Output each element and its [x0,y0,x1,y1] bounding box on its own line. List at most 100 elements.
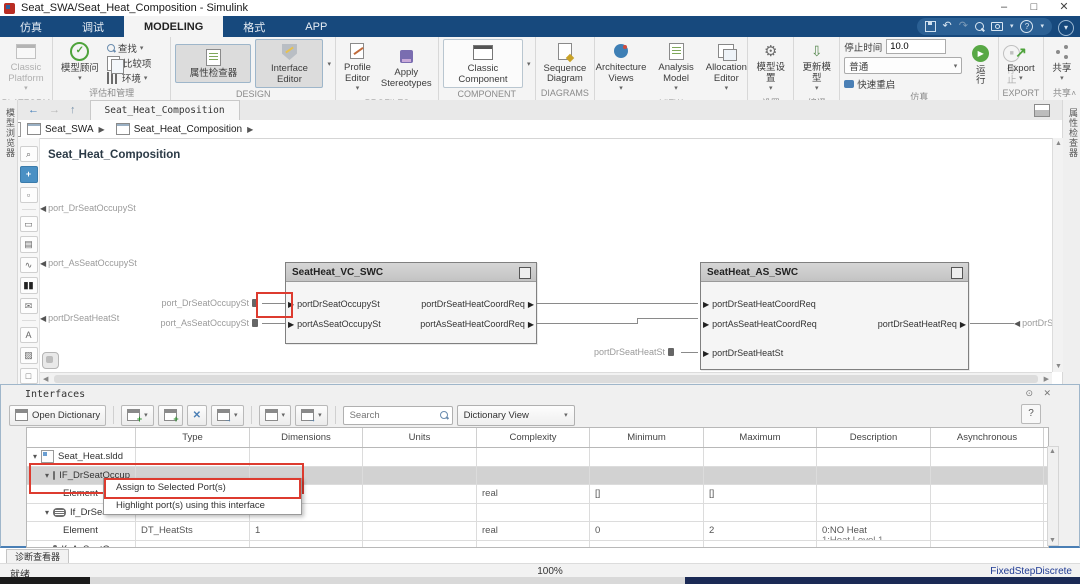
find-button[interactable]: 查找 ▾ [105,41,154,55]
vertical-scrollbar[interactable]: ▲ ▼ [1052,138,1063,372]
input-port[interactable]: ▶ portAsSeatHeatCoordReq [703,319,817,329]
breadcrumb-item-root[interactable]: Seat_SWA [45,124,94,135]
table-cell[interactable] [931,448,1044,466]
table-cell[interactable]: 2 [704,522,817,540]
close-button[interactable]: ✕ [1050,0,1078,16]
stop-time-input[interactable] [886,39,947,54]
breadcrumb-separator-icon[interactable]: ▶ [99,125,105,134]
classic-platform-button[interactable]: Classic Platform ▾ [4,39,48,97]
scroll-right-icon[interactable]: ▶ [1044,375,1049,383]
external-port[interactable]: ◀ port_AsSeatOccupySt [40,258,137,268]
table-cell[interactable] [363,448,477,466]
breadcrumb-item-current[interactable]: Seat_Heat_Composition [134,124,242,135]
model-settings-button[interactable]: ⚙ 模型设置 ▾ [752,39,789,97]
view-selector[interactable]: Dictionary View ▾ [456,404,575,426]
classic-component-button[interactable]: Classic Component [442,39,523,88]
add-service-interface-button[interactable]: ▾ [258,404,292,426]
picture-icon[interactable]: ▨ [19,347,38,364]
external-port[interactable]: ◀ portDrSeatHeatRe [1014,318,1052,328]
scrollbar-thumb[interactable] [54,375,1038,383]
table-cell[interactable]: 0:NO Heat1:Heat Level 1 [817,522,931,540]
add-data-dictionary-button[interactable]: ▾ [295,404,328,426]
simulation-mode-select[interactable]: 普通 ▾ [844,57,963,74]
output-port[interactable]: portDrSeatHeatReq ▶ [878,319,966,329]
table-cell[interactable] [590,448,704,466]
menu-item-highlight-ports[interactable]: Highlight port(s) using this interface [104,497,301,515]
model-badge-icon[interactable] [42,352,59,369]
ribbon-tab-3[interactable]: 格式 [223,16,285,37]
sequence-diagram-button[interactable]: Sequence Diagram [540,40,591,87]
table-cell[interactable] [817,540,931,547]
table-cell[interactable] [590,466,704,484]
area-icon[interactable]: ▤ [19,236,38,253]
minimize-button[interactable]: – [990,0,1018,16]
column-header-Description[interactable]: Description [817,428,931,447]
external-port[interactable]: ◀ portDrSeatHeatSt [40,313,119,323]
hide-ribbon-icon[interactable]: ▾ [1058,20,1074,36]
table-row[interactable]: Element DT_HeatSts1 real020:NO Heat1:Heat … [27,522,1048,541]
scroll-up-icon[interactable]: ▲ [1049,448,1056,455]
table-cell[interactable] [477,448,590,466]
output-port[interactable]: portAsSeatHeatCoordReq ▶ [420,319,534,329]
table-scrollbar[interactable]: ▲ ▼ [1047,446,1059,546]
block-header[interactable]: SeatHeat_VC_SWC [286,263,536,282]
table-cell[interactable] [590,503,704,521]
breadcrumb-separator-icon[interactable]: ▶ [247,125,253,134]
block-seatheat-vc-swc[interactable]: SeatHeat_VC_SWC ▶ portDrSeatOccupySt ▶ p… [285,262,537,344]
redo-icon[interactable]: ↷ [959,18,968,35]
run-button[interactable]: ▶ 运行 [968,42,993,89]
search-icon[interactable] [439,411,448,419]
scroll-down-icon[interactable]: ▼ [1049,537,1056,544]
input-port[interactable]: ▶ portAsSeatOccupySt [288,319,381,329]
maximize-button[interactable]: □ [1020,0,1048,16]
help-icon[interactable]: ? [1020,20,1034,33]
expand-caret-icon[interactable]: ▾ [45,508,49,517]
source-port-label[interactable]: port_AsSeatOccupySt [132,318,258,328]
signal-wire[interactable] [637,318,698,319]
table-cell[interactable] [931,466,1044,484]
scroll-left-icon[interactable]: ◀ [43,375,48,383]
minimize-panel-icon[interactable]: ⊙ [1025,388,1033,399]
ribbon-tab-1[interactable]: 调试 [62,16,124,37]
table-cell[interactable] [363,466,477,484]
table-cell[interactable] [817,485,931,503]
compare-button[interactable]: 比较项 [105,55,154,74]
up-icon[interactable]: ↑ [70,104,76,116]
table-cell[interactable]: DT_HeatSts [136,522,250,540]
screenshot-dropdown-icon[interactable]: ▾ [1010,18,1014,35]
fast-restart-button[interactable]: 快速重启 [844,77,962,91]
table-cell[interactable]: 1 [250,522,363,540]
column-header-tree[interactable] [27,428,136,447]
table-cell[interactable]: 0 [590,522,704,540]
table-cell[interactable] [817,448,931,466]
table-cell[interactable] [363,522,477,540]
mail-icon[interactable]: ✉ [19,297,38,314]
table-cell[interactable] [250,540,363,547]
box-icon[interactable]: □ [19,367,38,385]
table-cell[interactable]: real [477,522,590,540]
input-port[interactable]: ▶ portDrSeatHeatCoordReq [703,299,816,309]
allocation-editor-button[interactable]: Allocation Editor ▾ [702,39,751,97]
help-dropdown-icon[interactable]: ▾ [1040,18,1044,35]
column-header-Maximum[interactable]: Maximum [704,428,817,447]
scroll-down-icon[interactable]: ▼ [1055,363,1062,370]
column-header-Units[interactable]: Units [363,428,477,447]
output-port[interactable]: portDrSeatHeatCoordReq ▶ [421,299,534,309]
signal-icon[interactable]: ∿ [19,256,38,274]
table-cell[interactable] [477,540,590,547]
input-port[interactable]: ▶ portDrSeatOccupySt [288,299,380,309]
diagnostic-viewer-button[interactable]: 诊断查看器 [6,549,70,564]
model-advisor-button[interactable]: ✓ 模型顾问 ▾ [57,40,103,87]
signal-wire[interactable] [681,352,698,353]
design-gallery-dropdown-icon[interactable]: ▾ [327,60,331,68]
component-gallery-dropdown-icon[interactable]: ▾ [527,60,531,68]
collapse-ribbon-icon[interactable]: ˄ [1071,89,1076,98]
zoom-icon[interactable]: ⌕ [19,146,38,163]
pane-layout-icon[interactable] [1034,104,1050,117]
table-cell[interactable] [931,503,1044,521]
property-inspector-button[interactable]: 属性检查器 [175,44,252,83]
document-tab[interactable]: Seat_Heat_Composition [89,100,240,120]
update-model-button[interactable]: ⇩ 更新模型 ▾ [798,39,835,97]
import-button[interactable]: ▾ [211,404,244,426]
back-icon[interactable]: ← [28,104,39,116]
